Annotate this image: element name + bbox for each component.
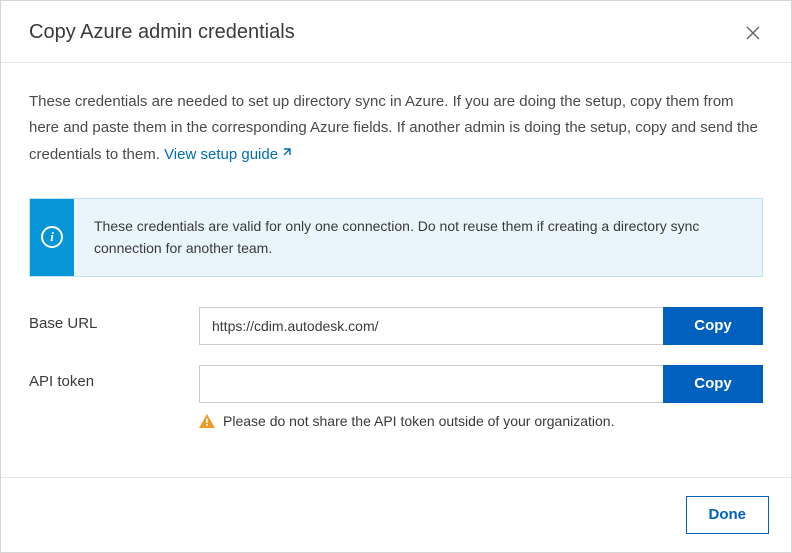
api-token-input[interactable]	[199, 365, 663, 403]
dialog-header: Copy Azure admin credentials	[1, 1, 791, 63]
description-text: These credentials are needed to set up d…	[29, 89, 763, 168]
api-token-row: API token Copy Please do not share the A…	[29, 365, 763, 429]
base-url-row: Base URL Copy	[29, 307, 763, 345]
dialog-footer: Done	[1, 477, 791, 552]
dialog: Copy Azure admin credentials These crede…	[0, 0, 792, 553]
copy-api-token-button[interactable]: Copy	[663, 365, 763, 403]
view-setup-guide-link[interactable]: View setup guide	[164, 146, 292, 163]
done-button[interactable]: Done	[686, 496, 770, 534]
dialog-title: Copy Azure admin credentials	[29, 21, 295, 44]
info-icon: i	[41, 226, 63, 248]
dialog-body: These credentials are needed to set up d…	[1, 63, 791, 477]
close-button[interactable]	[743, 23, 763, 43]
info-icon-wrap: i	[30, 199, 74, 276]
info-banner: i These credentials are valid for only o…	[29, 198, 763, 277]
api-token-label: API token	[29, 365, 199, 390]
base-url-input[interactable]	[199, 307, 663, 345]
description-main: These credentials are needed to set up d…	[29, 93, 758, 163]
close-icon	[746, 26, 760, 40]
base-url-label: Base URL	[29, 307, 199, 332]
copy-base-url-button[interactable]: Copy	[663, 307, 763, 345]
api-token-warning: Please do not share the API token outsid…	[199, 413, 763, 429]
info-text: These credentials are valid for only one…	[74, 199, 762, 276]
external-link-icon	[280, 142, 292, 168]
warning-text: Please do not share the API token outsid…	[223, 413, 614, 429]
warning-icon	[199, 414, 215, 428]
